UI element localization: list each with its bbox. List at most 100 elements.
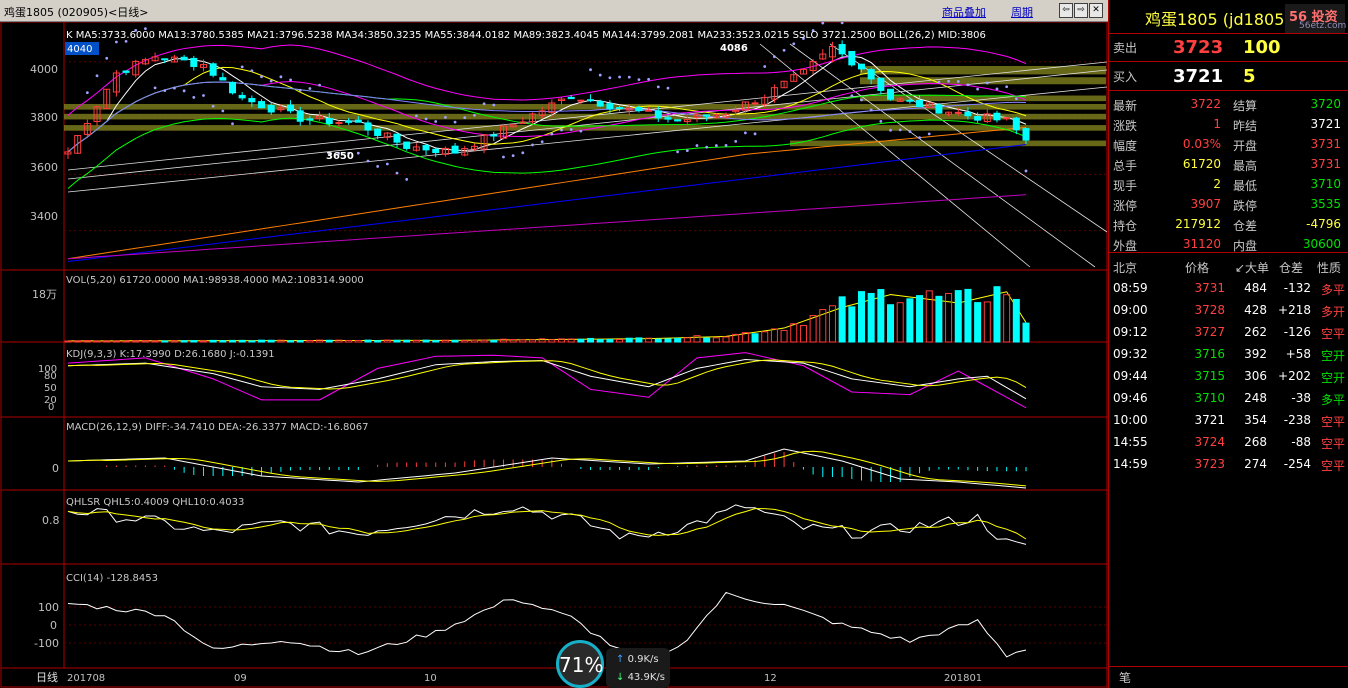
candle-body (432, 148, 440, 153)
volume-bar (1012, 298, 1020, 343)
period-button[interactable]: 周期 (1011, 4, 1033, 20)
sar-dot (773, 55, 776, 59)
x-axis-label: 日线 (36, 670, 58, 684)
sar-dot (453, 120, 457, 124)
sar-dot (376, 165, 380, 168)
candle-body (1003, 117, 1011, 120)
sar-dot (821, 22, 825, 25)
sar-dot (250, 69, 254, 73)
volume-bar (219, 340, 227, 343)
sar-dot (269, 79, 273, 83)
bid-volume: 5 (1243, 66, 1256, 87)
candle-body (296, 110, 304, 122)
candle-body (122, 70, 130, 73)
kdj-tick-0: 0 (48, 402, 54, 413)
volume-bar (790, 323, 798, 343)
candle-body (451, 145, 459, 154)
volume-bar (238, 339, 246, 343)
volume-bar (287, 340, 295, 343)
stat-row: 涨停 3907 跌停 3535 (1113, 197, 1341, 213)
sar-dot (405, 177, 409, 181)
volume-bar (848, 306, 856, 343)
y-tick-4000: 4000 (30, 63, 58, 76)
close-icon[interactable]: ✕ (1089, 3, 1103, 18)
sar-dot (182, 89, 186, 93)
candle-body (857, 63, 865, 70)
volume-bar (616, 339, 624, 343)
sar-dot (550, 132, 554, 136)
volume-bar (577, 338, 585, 343)
sar-dot (502, 155, 505, 159)
support-band (860, 65, 1106, 75)
volume-bar (838, 296, 846, 343)
sar-dot (608, 76, 612, 80)
tick-tab-label[interactable]: 笔 (1119, 669, 1131, 686)
sar-dot (289, 78, 292, 82)
candle-body (616, 107, 624, 110)
sar-dot (318, 83, 321, 87)
sar-dot (473, 114, 476, 117)
sar-dot (985, 81, 989, 85)
qhl10-line (67, 508, 1027, 540)
progress-gauge: 71% (556, 640, 604, 688)
volume-bar (306, 340, 314, 343)
candle-body (219, 77, 227, 81)
candle-body (1022, 128, 1030, 141)
tick-row: 14:55 3724 268 -88 空平 (1113, 435, 1345, 451)
volume-bar (925, 290, 933, 343)
volume-bar (461, 340, 469, 343)
candle-body (887, 88, 895, 100)
volume-bar (654, 338, 662, 343)
candle-body (877, 77, 885, 91)
tick-row: 08:59 3731 484 -132 多平 (1113, 281, 1345, 297)
volume-bar (693, 335, 701, 343)
sar-dot (192, 96, 196, 99)
candle-body (954, 111, 962, 114)
candle-body (345, 120, 353, 123)
kline-chart[interactable]: K MA5:3733.6000 MA13:3780.5385 MA21:3796… (0, 22, 1108, 688)
volume-bar (509, 339, 517, 343)
ask-volume: 100 (1243, 37, 1281, 58)
sar-dot (260, 75, 263, 79)
stat-row: 总手 61720 最高 3731 (1113, 157, 1341, 173)
ticks-header: 北京 价格 ↙大单 仓差 性质 (1113, 261, 1342, 275)
y-tick-3400: 3400 (30, 210, 58, 223)
candle-body (238, 94, 246, 99)
candle-body (848, 50, 856, 66)
volume-bar (703, 337, 711, 343)
candle-body (645, 109, 653, 112)
sar-dot (531, 143, 534, 147)
sar-dot (173, 86, 176, 90)
sar-dot (366, 159, 370, 163)
sar-dot (743, 131, 747, 135)
sar-dot (1024, 169, 1028, 173)
volume-bar (606, 338, 614, 343)
sar-dot (995, 87, 999, 91)
sar-dot (637, 78, 641, 82)
volume-bar (170, 340, 178, 343)
next-arrow-icon[interactable]: ⇨ (1074, 3, 1088, 18)
y-tick-3800: 3800 (30, 111, 58, 124)
candle-body (393, 133, 401, 143)
volume-bar (383, 339, 391, 343)
volume-bar (190, 340, 198, 343)
overlay-commodity-button[interactable]: 商品叠加 (942, 4, 986, 20)
volume-bar (1003, 294, 1011, 343)
volume-bar (374, 340, 382, 343)
macd-diff-line (67, 448, 1027, 489)
window-titlebar: 鸡蛋1805 (020905)<日线> 商品叠加 周期 ⇦ ⇨ ✕ (0, 0, 1108, 22)
stat-row: 最新 3722 结算 3720 (1113, 97, 1341, 113)
candle-body (229, 81, 237, 94)
volume-bar (635, 337, 643, 343)
stat-row: 持仓 217912 仓差 -4796 (1113, 217, 1341, 233)
candle-body (1012, 117, 1020, 131)
stat-row: 外盘 31120 内盘 30600 (1113, 237, 1341, 253)
x-date-10: 10 (424, 673, 437, 684)
macd-tick-0: 0 (52, 462, 59, 475)
volume-bar (519, 339, 527, 343)
sar-dot (685, 149, 689, 153)
prev-arrow-icon[interactable]: ⇦ (1059, 3, 1073, 18)
volume-bar (345, 339, 353, 343)
sar-dot (676, 150, 680, 154)
volume-bar (935, 295, 943, 343)
